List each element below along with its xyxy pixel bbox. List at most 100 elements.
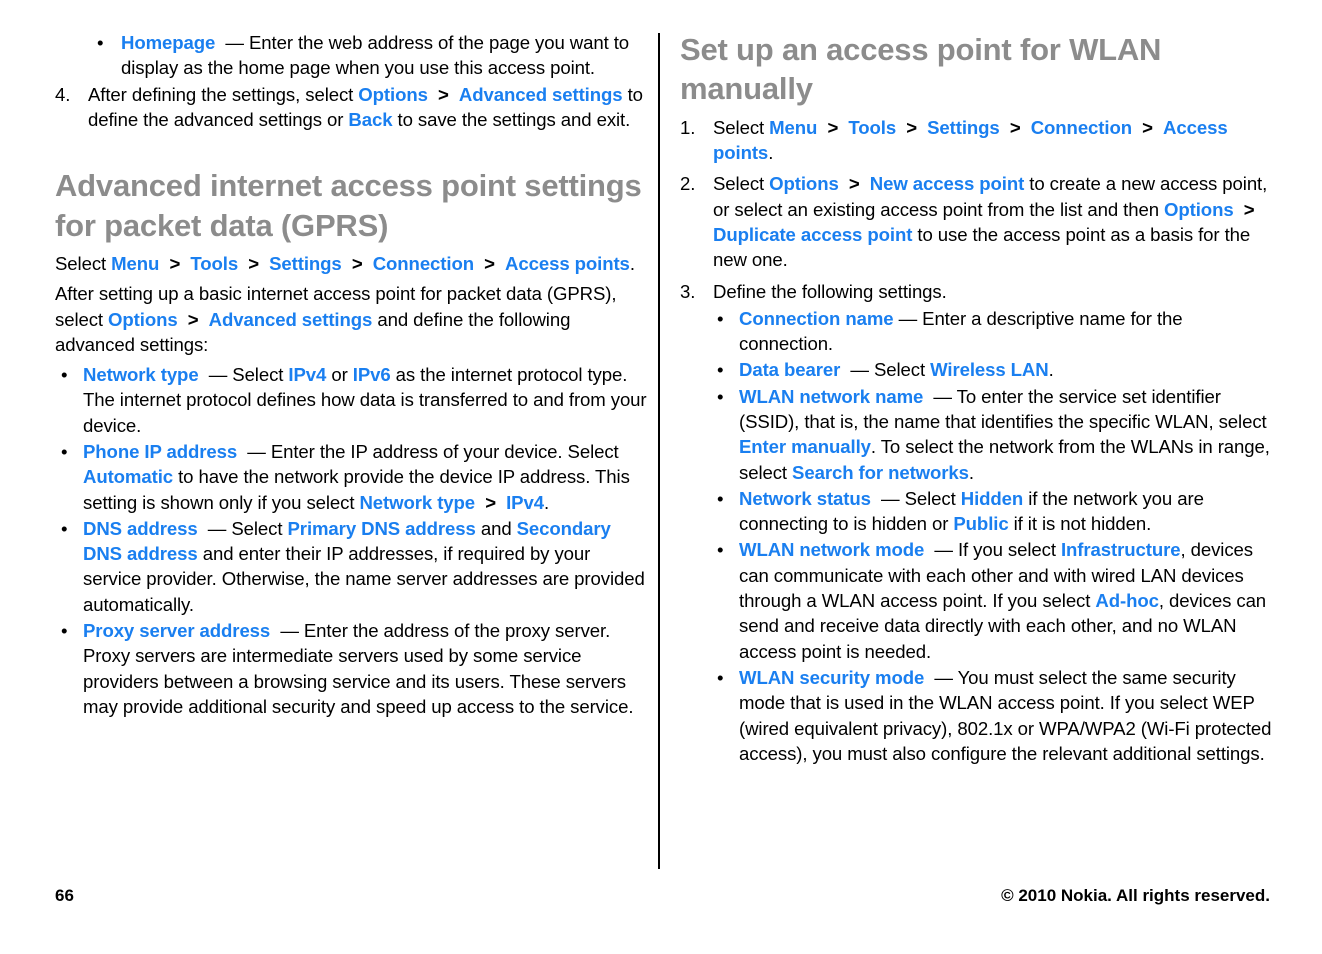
ui-ipv4: IPv4 [288,364,327,386]
path-separator: > [485,491,496,513]
sp [237,441,247,462]
nt-text-2: or [326,364,353,386]
ui-network-status: Network status [739,487,871,509]
sp [871,488,881,509]
bullet-icon: • [97,32,104,53]
ui-options: Options [769,173,839,195]
sp [199,309,209,330]
ui-network-type: Network type [83,364,199,386]
sp [449,84,459,105]
advanced-settings-list: • Network type — Select IPv4 or IPv6 as t… [55,362,647,719]
ui-wlan-security-mode: WLAN security mode [739,666,925,688]
list-item-step3: 3. Define the following settings. • Connec… [680,279,1272,767]
list-item-proxy-server-address: • Proxy server address — Enter the addres… [55,618,647,719]
sp [1132,117,1142,138]
sp [259,253,269,274]
ui-menu: Menu [111,252,160,274]
ui-ipv4: IPv4 [506,491,544,513]
list-item-phone-ip-address: • Phone IP address — Enter the IP address… [55,439,647,515]
ui-public: Public [953,513,1009,535]
bullet-icon: • [61,440,68,462]
right-numbered-list: 1. Select Menu > Tools > Settings > Conne… [680,115,1272,766]
continued-bullet-group: • Homepage — Enter the web address of the… [55,30,647,81]
sp [474,253,484,274]
step2-text-1: Select [713,173,770,195]
step3-text: Define the following settings. [713,280,947,302]
select-path-paragraph: Select Menu > Tools > Settings > Connect… [55,251,647,276]
dash-glyph: — [280,620,299,642]
ui-ipv6: IPv6 [352,364,391,386]
path-separator: > [1243,198,1255,220]
path-separator: > [437,83,449,105]
sp [475,492,485,513]
sp [495,253,505,274]
wnm-text-1: If you select [952,539,1061,561]
period: . [968,461,974,483]
sp [1021,117,1031,138]
ui-tools: Tools [190,252,239,274]
nt-text-1: Select [227,364,289,386]
ui-wlan-network-mode: WLAN network mode [739,539,925,561]
list-item-network-type: • Network type — Select IPv4 or IPv6 as t… [55,362,647,438]
sp [860,173,870,194]
bullet-icon: • [61,620,68,642]
ui-tools: Tools [848,116,897,138]
path-separator: > [848,173,860,195]
pip-text-1: Enter the IP address of your device. Sel… [265,440,619,462]
ns-text-3: if it is not hidden. [1008,513,1152,535]
list-item-step4: 4. After defining the settings, select Op… [55,82,647,133]
step-number: 1. [680,116,696,138]
dash-glyph: — [934,539,953,561]
manual-page: • Homepage — Enter the web address of the… [0,0,1322,954]
ui-dns-address: DNS address [83,517,198,539]
sp [924,667,934,688]
sp [159,253,169,274]
sp [178,309,188,330]
path-separator: > [1009,116,1021,138]
ui-phone-ip-address: Phone IP address [83,440,238,462]
bullet-icon: • [717,539,724,561]
dns-text-2: and [475,517,517,539]
period: . [768,142,774,164]
ui-connection-name: Connection name [739,307,894,329]
column-divider [658,33,660,869]
left-numbered-list: 4. After defining the settings, select Op… [55,82,647,133]
ui-primary-dns-address: Primary DNS address [287,517,476,539]
ui-options: Options [358,83,428,105]
list-item-wlan-security-mode: • WLAN security mode — You must select th… [713,665,1272,766]
period: . [1048,359,1054,381]
dash-glyph: — [247,440,266,462]
list-item-connection-name: • Connection name — Enter a descriptive n… [713,306,1272,357]
path-separator: > [906,116,917,138]
ui-connection: Connection [1030,116,1132,138]
ui-settings: Settings [927,116,1000,138]
sp [496,492,506,513]
bullet-icon: • [717,359,724,381]
ui-data-bearer: Data bearer [739,359,841,381]
sp [896,117,906,138]
ui-search-for-networks: Search for networks [792,461,969,483]
list-item-step1: 1. Select Menu > Tools > Settings > Conne… [680,115,1272,166]
sp [1153,117,1163,138]
db-text-1: Select [868,359,931,381]
bullet-icon: • [61,364,68,386]
right-column: Set up an access point for WLAN manually… [680,30,1272,772]
step-number: 4. [55,83,71,105]
ui-settings: Settings [269,252,342,274]
sp [817,117,827,138]
ui-enter-manually: Enter manually [739,436,871,458]
dash-glyph: — [207,517,227,539]
sp [198,518,208,539]
ui-hidden: Hidden [960,487,1024,509]
sp [180,253,190,274]
dash-glyph: — [208,364,228,386]
dash-glyph: — [881,487,900,509]
sp [923,386,933,407]
list-item-homepage: • Homepage — Enter the web address of the… [88,30,647,81]
path-separator: > [484,252,495,274]
ui-advanced-settings: Advanced settings [208,308,373,330]
ui-options: Options [1164,198,1234,220]
ui-term-homepage: Homepage [121,32,216,53]
ui-duplicate-access-point: Duplicate access point [713,223,913,245]
sp [838,117,848,138]
